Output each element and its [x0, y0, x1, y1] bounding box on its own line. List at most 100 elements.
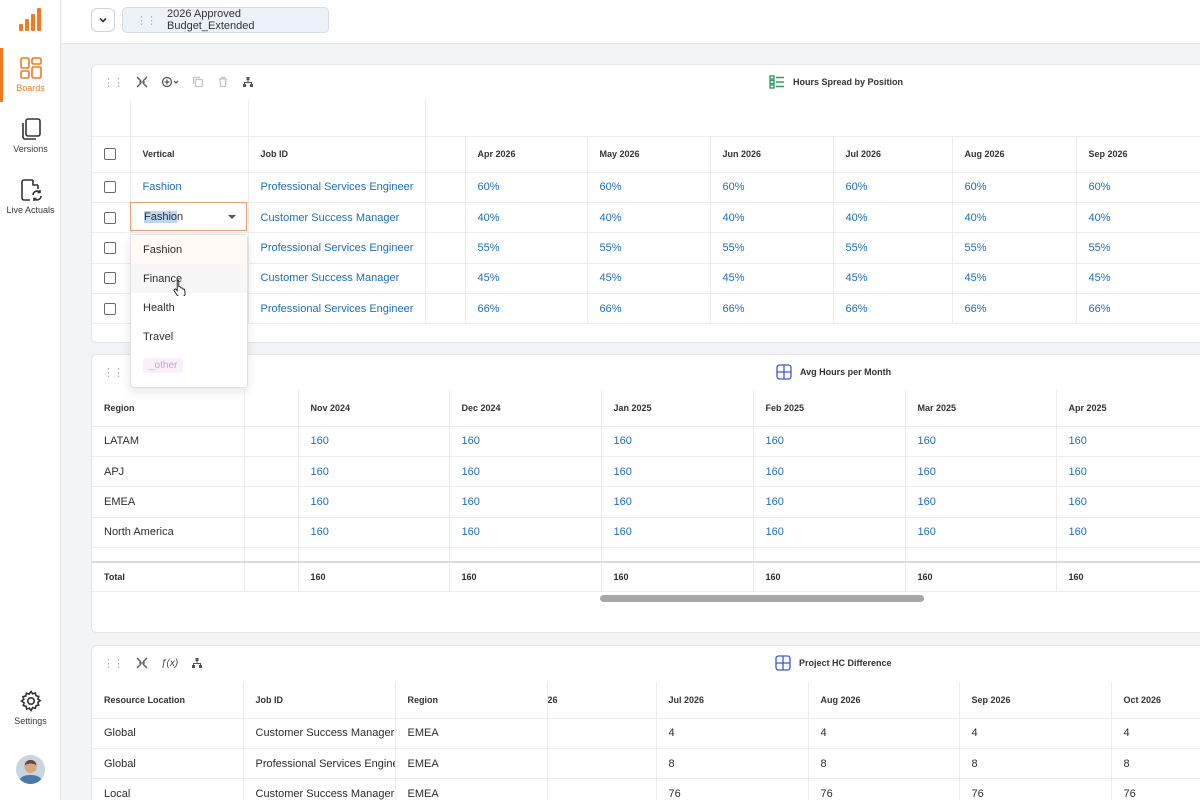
value-cell[interactable]: 66%: [710, 293, 834, 325]
value-cell[interactable]: 60%: [587, 172, 711, 203]
column-header[interactable]: Jul 2026: [833, 136, 953, 173]
column-header[interactable]: Feb 2025: [753, 390, 906, 427]
row-checkbox[interactable]: [92, 263, 131, 295]
region-cell[interactable]: EMEA: [92, 486, 245, 518]
drag-handle-icon[interactable]: ⋮⋮: [103, 76, 124, 89]
row-checkbox[interactable]: [92, 293, 131, 325]
region-cell[interactable]: EMEA: [395, 718, 548, 749]
region-cell[interactable]: APJ: [92, 456, 245, 488]
value-cell[interactable]: 66%: [833, 293, 953, 325]
value-cell[interactable]: 55%: [587, 232, 711, 264]
value-cell[interactable]: 66%: [952, 293, 1077, 325]
value-cell[interactable]: 40%: [952, 202, 1077, 234]
value-cell[interactable]: 4: [959, 718, 1112, 749]
location-cell[interactable]: Global: [92, 718, 244, 749]
value-cell[interactable]: 160: [298, 517, 450, 549]
job-cell[interactable]: Customer Success Manager: [248, 202, 426, 234]
region-cell[interactable]: North America: [92, 517, 245, 549]
value-cell[interactable]: 4: [808, 718, 960, 749]
value-cell[interactable]: 4: [1111, 718, 1200, 749]
column-header[interactable]: Job ID: [243, 682, 396, 719]
value-cell[interactable]: 160: [753, 486, 906, 518]
value-cell[interactable]: 60%: [1076, 172, 1200, 203]
value-cell[interactable]: 55%: [465, 232, 588, 264]
value-cell[interactable]: 8: [656, 748, 809, 780]
column-header[interactable]: Jan 2025: [601, 390, 754, 427]
column-header[interactable]: Vertical: [130, 136, 249, 173]
value-cell[interactable]: 160: [1056, 517, 1200, 549]
value-cell[interactable]: 160: [601, 456, 754, 488]
drag-handle-icon[interactable]: ⋮⋮: [136, 14, 157, 27]
value-cell[interactable]: 160: [449, 517, 602, 549]
horizontal-scrollbar[interactable]: [600, 595, 924, 602]
hierarchy-icon[interactable]: [242, 76, 254, 88]
row-checkbox[interactable]: [92, 232, 131, 264]
region-cell[interactable]: LATAM: [92, 426, 245, 457]
sidebar-item-live-actuals[interactable]: Live Actuals: [0, 178, 61, 215]
value-cell[interactable]: 55%: [952, 232, 1077, 264]
column-header[interactable]: Sep 2026: [959, 682, 1112, 719]
value-cell[interactable]: 8: [959, 748, 1112, 780]
value-cell[interactable]: 60%: [952, 172, 1077, 203]
column-header[interactable]: Oct 2026: [1111, 682, 1200, 719]
region-cell[interactable]: EMEA: [395, 778, 548, 800]
region-cell[interactable]: EMEA: [395, 748, 548, 780]
value-cell[interactable]: 160: [298, 486, 450, 518]
value-cell[interactable]: 45%: [465, 263, 588, 295]
column-header[interactable]: Nov 2024: [298, 390, 450, 427]
copy-icon[interactable]: [192, 76, 204, 88]
column-header[interactable]: Job ID: [248, 136, 426, 173]
value-cell[interactable]: 160: [449, 456, 602, 488]
value-cell[interactable]: 45%: [710, 263, 834, 295]
job-cell[interactable]: Professional Services Engineer: [248, 293, 426, 325]
column-header[interactable]: Region: [92, 390, 245, 427]
collapse-rows-icon[interactable]: [136, 76, 148, 88]
value-cell[interactable]: 60%: [833, 172, 953, 203]
value-cell[interactable]: 8: [808, 748, 960, 780]
value-cell[interactable]: 60%: [465, 172, 588, 203]
dropdown-option[interactable]: Travel: [131, 322, 247, 351]
select-all-checkbox[interactable]: [92, 136, 131, 173]
value-cell[interactable]: 66%: [1076, 293, 1200, 325]
value-cell[interactable]: 4: [656, 718, 809, 749]
value-cell[interactable]: 45%: [587, 263, 711, 295]
value-cell[interactable]: 160: [601, 517, 754, 549]
value-cell[interactable]: 160: [601, 486, 754, 518]
dropdown-option[interactable]: Finance: [131, 264, 247, 293]
value-cell[interactable]: 160: [905, 426, 1057, 457]
app-logo[interactable]: [19, 6, 43, 32]
value-cell[interactable]: 160: [1056, 426, 1200, 457]
job-cell[interactable]: Professional Services Engineer: [248, 232, 426, 264]
value-cell[interactable]: 160: [1056, 486, 1200, 518]
value-cell[interactable]: 45%: [1076, 263, 1200, 295]
value-cell[interactable]: 160: [601, 426, 754, 457]
value-cell[interactable]: 76: [1111, 778, 1200, 800]
column-header[interactable]: Jun 2026: [710, 136, 834, 173]
value-cell[interactable]: 45%: [833, 263, 953, 295]
column-header[interactable]: Apr 2025: [1056, 390, 1200, 427]
value-cell[interactable]: 160: [449, 486, 602, 518]
value-cell[interactable]: 8: [1111, 748, 1200, 780]
column-header[interactable]: Aug 2026: [952, 136, 1077, 173]
job-cell[interactable]: Customer Success Manager: [248, 263, 426, 295]
value-cell[interactable]: 55%: [833, 232, 953, 264]
collapse-rows-icon[interactable]: [136, 657, 148, 669]
value-cell[interactable]: 55%: [1076, 232, 1200, 264]
value-cell[interactable]: 55%: [710, 232, 834, 264]
value-cell[interactable]: 66%: [587, 293, 711, 325]
job-cell[interactable]: Customer Success Manager: [243, 718, 396, 749]
dropdown-option[interactable]: Health: [131, 293, 247, 322]
column-header[interactable]: Resource Location: [92, 682, 244, 719]
value-cell[interactable]: 160: [298, 456, 450, 488]
column-header[interactable]: Mar 2025: [905, 390, 1057, 427]
row-checkbox[interactable]: [92, 202, 131, 234]
drag-handle-icon[interactable]: ⋮⋮: [103, 657, 124, 670]
value-cell[interactable]: 60%: [710, 172, 834, 203]
value-cell[interactable]: 66%: [465, 293, 588, 325]
job-cell[interactable]: Professional Services Engine: [243, 748, 396, 780]
value-cell[interactable]: 40%: [710, 202, 834, 234]
value-cell[interactable]: 40%: [465, 202, 588, 234]
value-cell[interactable]: 76: [959, 778, 1112, 800]
vertical-cell[interactable]: Fashion: [130, 172, 249, 203]
value-cell[interactable]: 76: [808, 778, 960, 800]
